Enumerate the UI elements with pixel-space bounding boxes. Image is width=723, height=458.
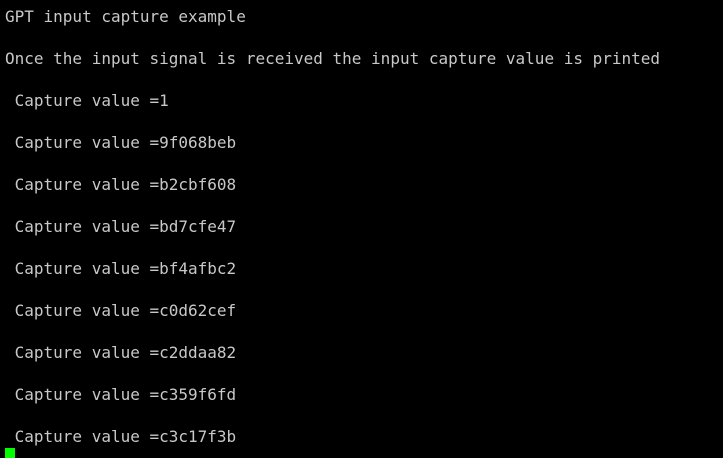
terminal-line-capture-2: Capture value =9f068beb [5, 133, 237, 152]
terminal-line-capture-8: Capture value =c359f6fd [5, 385, 237, 404]
terminal-line-capture-7: Capture value =c2ddaa82 [5, 343, 237, 362]
terminal-line-capture-3: Capture value =b2cbf608 [5, 175, 237, 194]
terminal-cursor [5, 448, 15, 458]
terminal-line-capture-4: Capture value =bd7cfe47 [5, 217, 237, 236]
terminal-line-title: GPT input capture example [5, 7, 246, 26]
terminal-line-instruction: Once the input signal is received the in… [5, 49, 661, 68]
terminal-line-capture-9: Capture value =c3c17f3b [5, 427, 237, 446]
terminal-window[interactable]: GPT input capture example Once the input… [0, 0, 723, 458]
terminal-line-capture-6: Capture value =c0d62cef [5, 301, 237, 320]
terminal-line-capture-1: Capture value =1 [5, 91, 169, 110]
terminal-line-capture-5: Capture value =bf4afbc2 [5, 259, 237, 278]
